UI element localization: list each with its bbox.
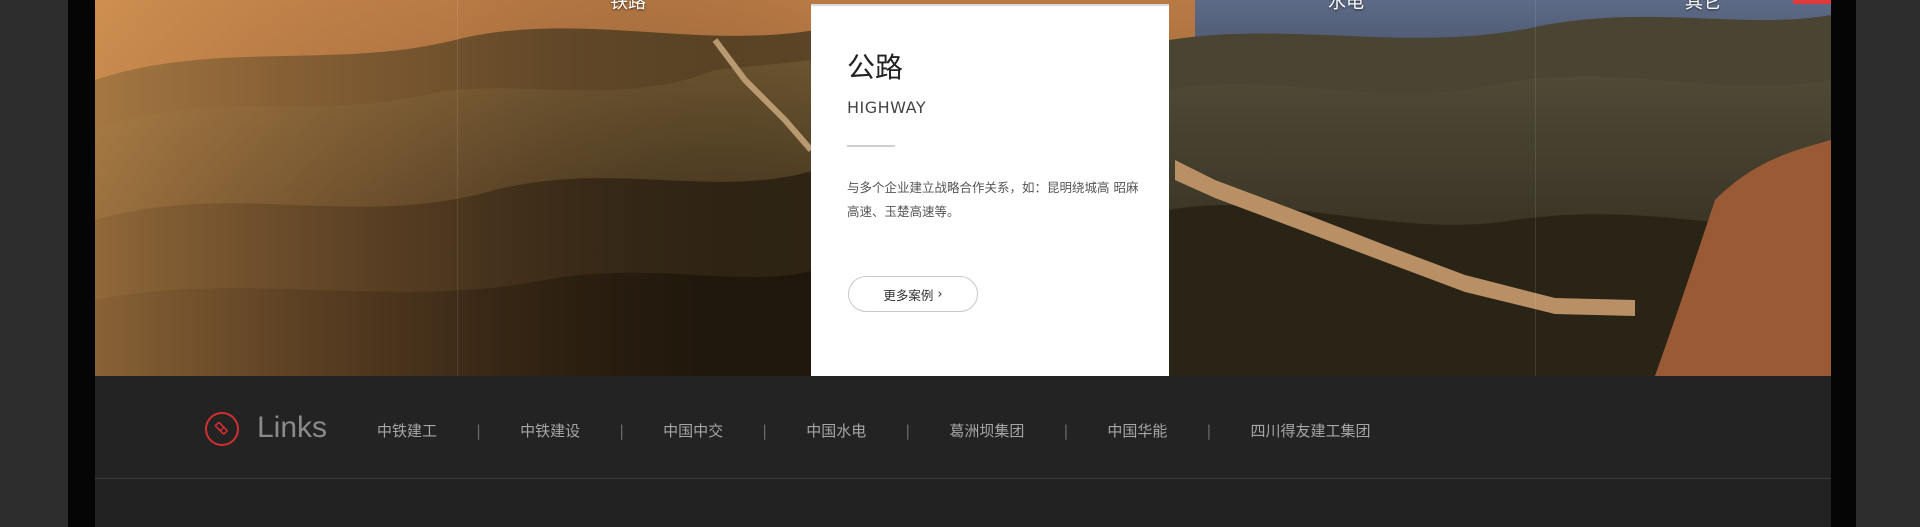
chevron-right-icon: ›: [937, 286, 943, 302]
link-gezhouba[interactable]: 葛洲坝集团: [949, 420, 1024, 441]
link-separator: |: [476, 421, 482, 440]
category-tab-hydropower[interactable]: 水电: [1328, 0, 1364, 14]
link-separator: |: [1063, 421, 1069, 440]
page-viewport: 铁路 水电 其它 公路 HIGHWAY 与多个企业建立战略合作关系，如：昆明绕城…: [95, 0, 1831, 527]
more-cases-label: 更多案例: [883, 287, 934, 303]
links-bar: Links 中铁建工 | 中铁建设 | 中国中交 | 中国水电 | 葛洲坝集团 …: [95, 376, 1831, 478]
page-gutter-left: [0, 0, 68, 527]
panel-divider: [457, 0, 458, 376]
link-separator: |: [619, 421, 625, 440]
link-sichuan-deyou[interactable]: 四川得友建工集团: [1250, 420, 1370, 441]
partner-links: 中铁建工 | 中铁建设 | 中国中交 | 中国水电 | 葛洲坝集团 | 中国华能…: [377, 420, 1370, 441]
category-tab-other[interactable]: 其它: [1685, 0, 1721, 14]
card-description: 与多个企业建立战略合作关系，如：昆明绕城高 昭麻高速、玉楚高速等。: [847, 180, 1139, 219]
more-cases-button[interactable]: 更多案例 ›: [848, 276, 978, 312]
card-divider: [847, 145, 895, 147]
footer-strip: [95, 478, 1831, 527]
page-gutter-right: [1856, 0, 1920, 527]
card-title: 公路: [847, 51, 904, 84]
category-tab-railway[interactable]: 铁路: [610, 0, 646, 14]
links-heading: Links: [257, 411, 328, 444]
link-separator: |: [1206, 421, 1212, 440]
link-separator: |: [905, 421, 911, 440]
project-hero: 铁路 水电 其它 公路 HIGHWAY 与多个企业建立战略合作关系，如：昆明绕城…: [95, 0, 1831, 376]
panel-divider: [1535, 0, 1536, 376]
highway-case-card: 公路 HIGHWAY 与多个企业建立战略合作关系，如：昆明绕城高 昭麻高速、玉楚…: [811, 4, 1169, 376]
link-separator: |: [762, 421, 768, 440]
link-crcc-construction[interactable]: 中铁建工: [377, 420, 437, 441]
link-sinohydro[interactable]: 中国水电: [806, 420, 866, 441]
link-crcc-build[interactable]: 中铁建设: [520, 420, 580, 441]
pencil-in-circle-icon: [205, 412, 239, 446]
new-badge: [1793, 0, 1831, 4]
link-cccc[interactable]: 中国中交: [663, 420, 723, 441]
link-huaneng[interactable]: 中国华能: [1107, 420, 1167, 441]
card-subtitle: HIGHWAY: [847, 98, 927, 117]
